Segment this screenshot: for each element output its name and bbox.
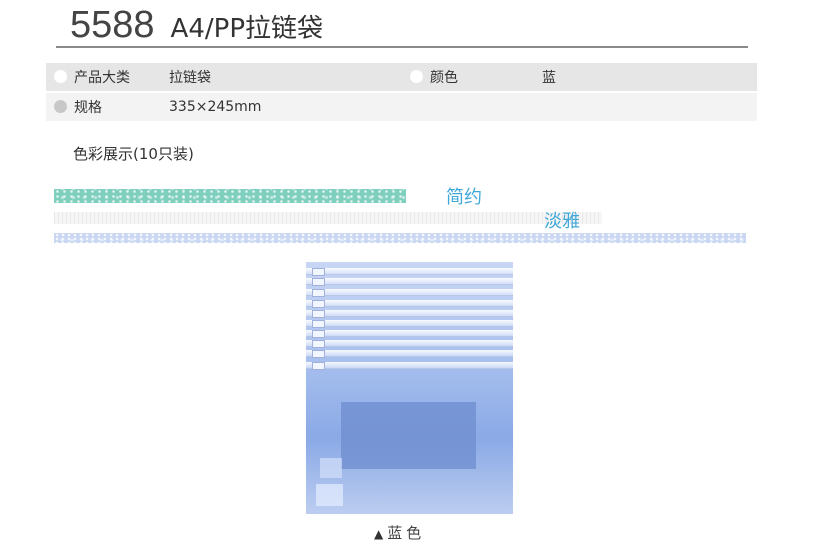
zipper-strip <box>306 289 513 296</box>
zipper-slider-icon <box>312 330 325 338</box>
blue-pattern-band <box>54 233 746 243</box>
zipper-strip <box>306 268 513 275</box>
zipper-slider-icon <box>312 289 325 297</box>
band-word-elegant: 淡雅 <box>544 211 580 232</box>
zipper-strip <box>306 278 513 285</box>
zipper-slider-icon <box>312 340 325 348</box>
teal-pattern-band <box>54 189 406 203</box>
corner-pocket <box>320 458 342 478</box>
zipper-slider-icon <box>312 362 325 370</box>
zipper-slider-icon <box>312 268 325 276</box>
zipper-slider-icon <box>312 320 325 328</box>
spec-label-size: 规格 <box>74 100 102 116</box>
color-display-heading: 色彩展示(10只装) <box>73 145 194 163</box>
zipper-strip <box>306 362 513 369</box>
zipper-slider-icon <box>312 350 325 358</box>
zipper-slider-icon <box>312 278 325 286</box>
bullet-icon <box>54 70 67 83</box>
spec-value-category: 拉链袋 <box>169 70 211 86</box>
zipper-strip <box>306 320 513 327</box>
spec-table: 产品大类 拉链袋 颜色 蓝 规格 335×245mm <box>46 63 757 121</box>
label-window <box>341 402 476 469</box>
product-photo-blue-bag <box>306 262 513 514</box>
zipper-slider-icon <box>312 310 325 318</box>
spec-value-color: 蓝 <box>542 70 556 86</box>
spec-value-size: 335×245mm <box>169 99 262 115</box>
corner-pocket <box>316 484 343 506</box>
zipper-strip <box>306 350 513 357</box>
caption-color: 蓝色 <box>387 524 426 542</box>
header-divider <box>56 46 748 48</box>
spec-label-color: 颜色 <box>430 70 458 86</box>
spec-row-category: 产品大类 拉链袋 颜色 蓝 <box>46 63 757 91</box>
triangle-up-icon: ▲ <box>374 527 384 541</box>
zipper-strip <box>306 340 513 347</box>
white-pattern-band <box>54 212 602 224</box>
spec-label-category: 产品大类 <box>74 70 130 86</box>
spec-row-size: 规格 335×245mm <box>46 93 757 121</box>
page-header: 5588 A4/PP拉链袋 <box>70 4 323 46</box>
model-number: 5588 <box>70 4 155 46</box>
bullet-icon <box>54 100 67 113</box>
product-caption: ▲ 蓝色 <box>374 522 425 543</box>
band-word-simple: 简约 <box>446 187 482 208</box>
zipper-strip <box>306 300 513 307</box>
product-title: A4/PP拉链袋 <box>170 14 323 44</box>
zipper-strip <box>306 330 513 337</box>
zipper-strip <box>306 310 513 317</box>
bullet-icon <box>410 70 423 83</box>
zipper-slider-icon <box>312 300 325 308</box>
